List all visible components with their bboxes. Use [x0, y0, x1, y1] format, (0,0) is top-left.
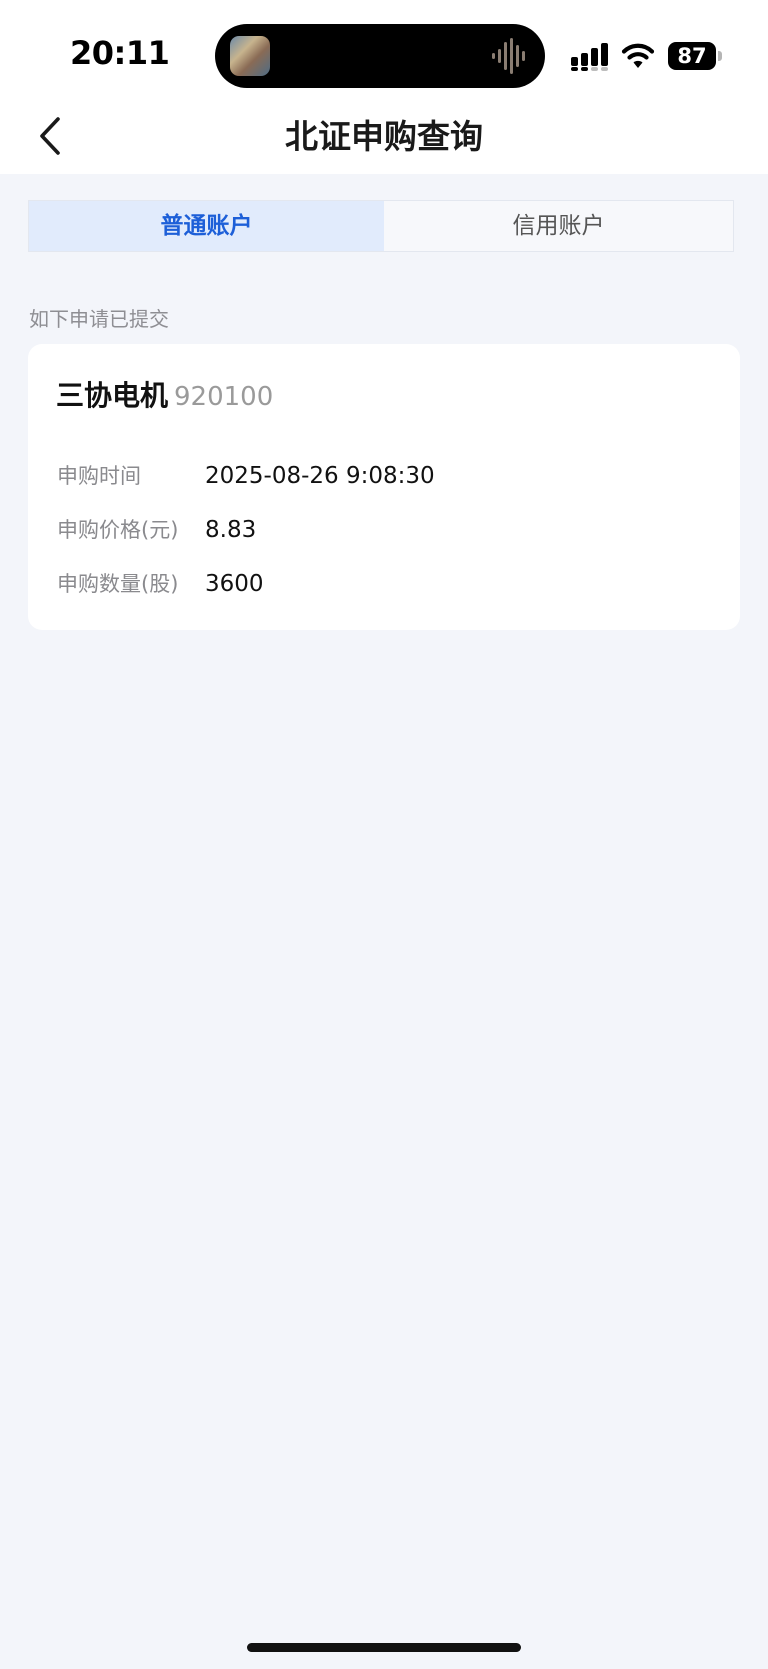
detail-label: 申购时间 [57, 464, 141, 488]
detail-label: 申购价格(元) [57, 518, 179, 542]
audio-waveform-icon [492, 38, 525, 74]
subscription-card[interactable]: 三协电机 920100 申购时间 2025-08-26 9:08:30 申购价格(元… [28, 344, 740, 630]
detail-row-price: 申购价格(元) 8.83 [57, 512, 256, 548]
stock-heading: 三协电机 920100 [56, 374, 273, 414]
tab-normal-account[interactable]: 普通账户 [29, 201, 384, 251]
stock-name: 三协电机 [56, 379, 169, 412]
status-bar: 20:11 87 [0, 0, 768, 100]
detail-value: 8.83 [205, 517, 257, 543]
section-hint: 如下申请已提交 [29, 307, 169, 331]
detail-row-time: 申购时间 2025-08-26 9:08:30 [57, 458, 435, 494]
now-playing-artwork [230, 36, 270, 76]
account-tab-bar: 普通账户 信用账户 [28, 200, 734, 252]
back-button[interactable] [30, 112, 80, 162]
page-title: 北证申购查询 [285, 117, 483, 156]
tab-credit-account[interactable]: 信用账户 [384, 201, 733, 251]
battery-level: 87 [668, 42, 716, 70]
dynamic-island[interactable] [215, 24, 545, 88]
cellular-signal-icon [571, 43, 608, 71]
home-indicator[interactable] [247, 1643, 521, 1652]
nav-bar: 北证申购查询 [0, 100, 768, 174]
battery-tip [718, 51, 722, 61]
detail-label: 申购数量(股) [57, 572, 179, 596]
detail-value: 3600 [205, 571, 264, 597]
battery-icon: 87 [668, 42, 722, 70]
detail-value: 2025-08-26 9:08:30 [205, 463, 435, 489]
wifi-icon [621, 43, 655, 68]
detail-row-quantity: 申购数量(股) 3600 [57, 566, 264, 602]
chevron-left-icon [40, 117, 60, 155]
stock-code: 920100 [174, 382, 274, 412]
status-time: 20:11 [70, 34, 170, 72]
